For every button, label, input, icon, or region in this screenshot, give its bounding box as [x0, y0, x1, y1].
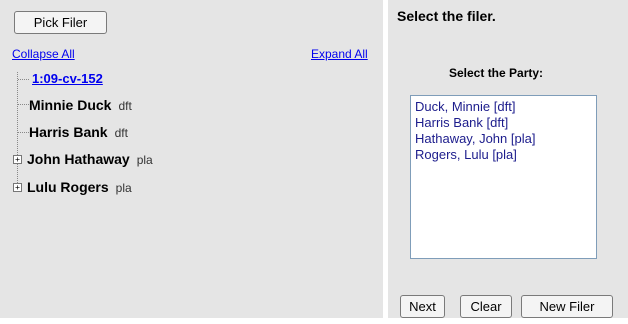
- party-role: pla: [115, 181, 132, 195]
- next-button[interactable]: Next: [400, 295, 445, 318]
- party-select-label: Select the Party:: [449, 66, 544, 80]
- tree-item-party[interactable]: Minnie Duck dft: [29, 97, 132, 113]
- party-role: dft: [118, 99, 132, 113]
- party-option[interactable]: Hathaway, John [pla]: [415, 131, 592, 147]
- party-name: Harris Bank: [29, 124, 108, 140]
- party-option[interactable]: Duck, Minnie [dft]: [415, 99, 592, 115]
- tree-item-party[interactable]: Harris Bank dft: [29, 124, 128, 140]
- tree-connector: [18, 79, 29, 80]
- new-filer-button[interactable]: New Filer: [521, 295, 613, 318]
- party-option[interactable]: Harris Bank [dft]: [415, 115, 592, 131]
- party-name: John Hathaway: [27, 151, 130, 167]
- tree-item-party[interactable]: John Hathaway pla: [27, 151, 153, 167]
- tree-connector-vertical: [17, 72, 18, 187]
- collapse-all-link[interactable]: Collapse All: [12, 47, 75, 61]
- party-listbox[interactable]: Duck, Minnie [dft] Harris Bank [dft] Hat…: [410, 95, 597, 259]
- tree-item-party[interactable]: Lulu Rogers pla: [27, 179, 132, 195]
- party-role: dft: [114, 126, 128, 140]
- party-option[interactable]: Rogers, Lulu [pla]: [415, 147, 592, 163]
- panel-title: Select the filer.: [397, 8, 496, 24]
- party-role: pla: [136, 153, 153, 167]
- plus-box-icon[interactable]: +: [13, 155, 22, 164]
- tree-connector: [18, 132, 29, 133]
- expand-all-link[interactable]: Expand All: [311, 47, 368, 61]
- plus-box-icon[interactable]: +: [13, 183, 22, 192]
- party-name: Minnie Duck: [29, 97, 112, 113]
- case-number-link[interactable]: 1:09-cv-152: [32, 71, 103, 86]
- pick-filer-button[interactable]: Pick Filer: [14, 11, 107, 34]
- tree-connector: [18, 104, 29, 105]
- clear-button[interactable]: Clear: [460, 295, 512, 318]
- party-name: Lulu Rogers: [27, 179, 109, 195]
